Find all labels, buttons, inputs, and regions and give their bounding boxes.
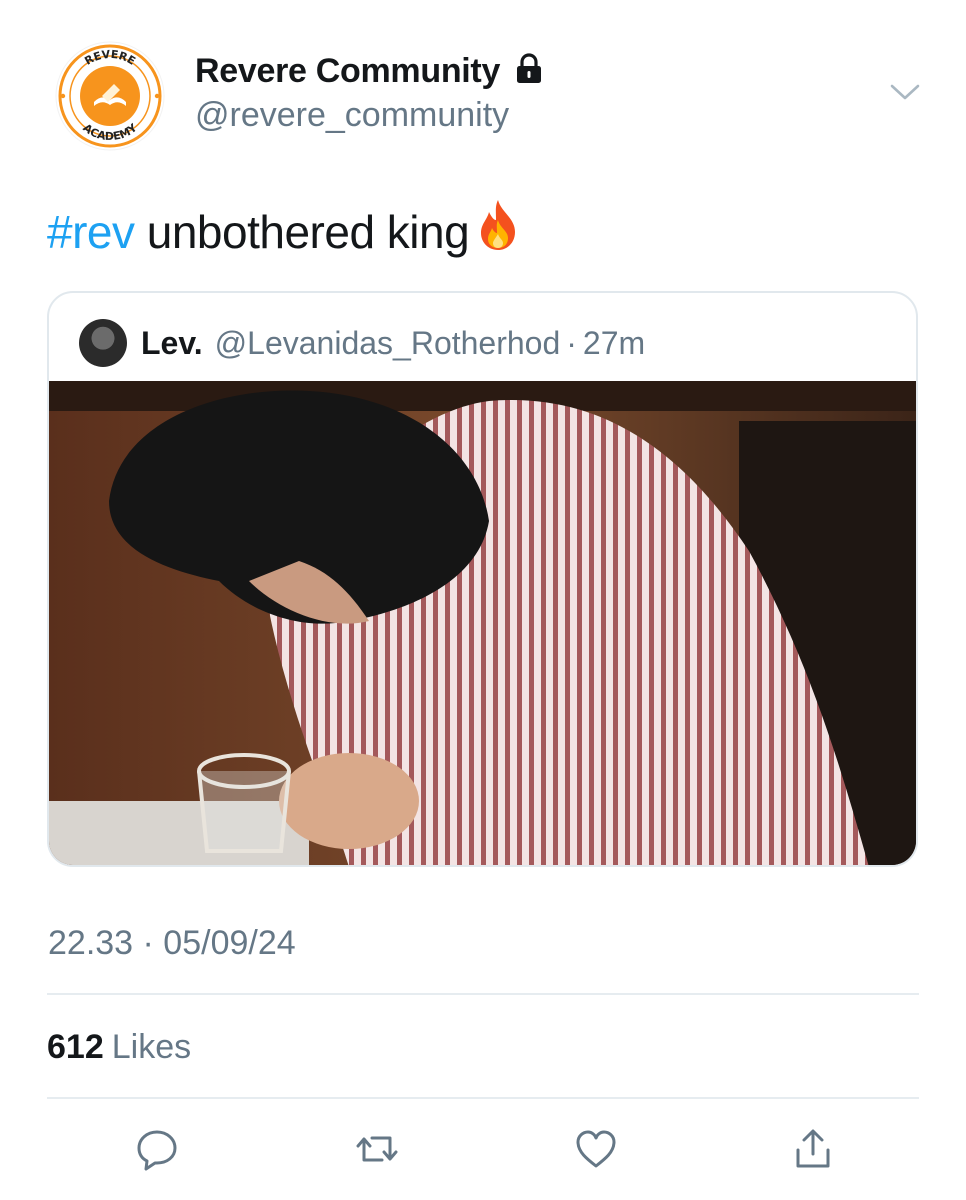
quoted-separator: ·: [566, 324, 577, 361]
share-icon[interactable]: [790, 1126, 836, 1172]
quoted-tweet-header: Lev. @Levanidas_Rotherhod · 27m: [79, 319, 645, 367]
chevron-down-icon[interactable]: [888, 80, 922, 104]
quoted-time: 27m: [582, 324, 646, 361]
author-name-row: Revere Community: [195, 52, 546, 91]
tweet-timestamp[interactable]: 22.33 · 05/09/24: [48, 924, 296, 963]
revere-academy-logo-icon: REVERE ACADEMY: [55, 41, 165, 151]
quoted-handle: @Levanidas_Rotherhod: [214, 324, 561, 361]
quoted-media-photo[interactable]: [49, 381, 916, 865]
likes-count: 612: [47, 1028, 104, 1066]
likes-stat[interactable]: 612 Likes: [47, 1028, 191, 1067]
fire-icon: [475, 198, 521, 266]
divider-top: [47, 993, 919, 995]
likes-label: Likes: [111, 1028, 192, 1066]
quoted-display-name: Lev.: [141, 324, 203, 361]
author-display-name[interactable]: Revere Community: [195, 52, 500, 91]
lock-icon: [512, 52, 546, 91]
hashtag-link[interactable]: #rev: [47, 202, 135, 262]
tweet-body: unbothered king: [134, 206, 470, 258]
author-handle[interactable]: @revere_community: [195, 96, 509, 135]
author-avatar[interactable]: REVERE ACADEMY: [54, 40, 166, 152]
tweet-text: #rev unbothered king: [47, 198, 521, 266]
quoted-tweet-card[interactable]: Lev. @Levanidas_Rotherhod · 27m: [47, 291, 918, 867]
quoted-avatar: [79, 319, 127, 367]
divider-bottom: [47, 1097, 919, 1099]
like-icon[interactable]: [573, 1126, 619, 1172]
retweet-icon[interactable]: [354, 1126, 400, 1172]
reply-icon[interactable]: [134, 1126, 180, 1172]
